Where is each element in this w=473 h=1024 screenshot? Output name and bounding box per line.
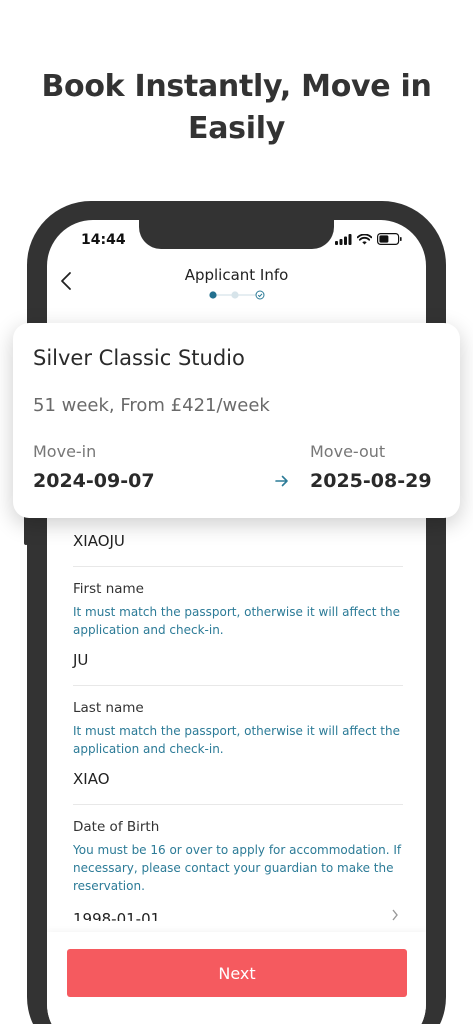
last-name-label: Last name — [73, 700, 144, 716]
signal-icon — [335, 233, 352, 245]
first-name-value: JU — [73, 651, 89, 669]
room-price: 51 week, From £421/week — [33, 395, 270, 416]
dob-field[interactable]: Date of Birth You must be 16 or over to … — [73, 805, 403, 937]
last-name-hint: It must match the passport, otherwise it… — [73, 724, 400, 756]
dob-row: 1998-01-01 — [73, 907, 403, 921]
nav-bar: Applicant Info — [47, 260, 426, 310]
move-out-label: Move-out — [310, 442, 386, 461]
name-value: XIAOJU — [73, 532, 125, 550]
move-in-label: Move-in — [33, 442, 97, 461]
nav-title: Applicant Info — [184, 266, 289, 284]
chevron-right-icon — [392, 909, 398, 921]
headline-line-2: Easily — [188, 111, 285, 146]
wifi-icon — [357, 233, 372, 244]
dob-label: Date of Birth — [73, 819, 160, 835]
last-name-field[interactable]: Last name It must match the passport, ot… — [73, 686, 403, 805]
status-icons — [335, 233, 402, 245]
headline-line-1: Book Instantly, Move in — [41, 69, 432, 104]
page-headline: Book Instantly, Move in Easily — [0, 66, 473, 150]
phone-notch — [139, 220, 334, 249]
move-out-date: 2025-08-29 — [310, 470, 432, 492]
next-button[interactable]: Next — [67, 949, 407, 997]
dob-hint: You must be 16 or over to apply for acco… — [73, 843, 402, 893]
first-name-label: First name — [73, 581, 144, 597]
name-field[interactable]: XIAOJU — [73, 520, 403, 567]
bottom-bar: Next — [47, 932, 426, 1024]
room-title: Silver Classic Studio — [33, 346, 245, 370]
applicant-form: XIAOJU First name It must match the pass… — [73, 520, 403, 937]
move-in-date: 2024-09-07 — [33, 470, 155, 492]
first-name-hint: It must match the passport, otherwise it… — [73, 605, 400, 637]
dob-value: 1998-01-01 — [73, 910, 161, 921]
first-name-field[interactable]: First name It must match the passport, o… — [73, 567, 403, 686]
status-time: 14:44 — [81, 232, 126, 248]
progress-steps — [209, 290, 265, 300]
arrow-right-icon — [275, 475, 288, 487]
last-name-value: XIAO — [73, 770, 110, 788]
booking-summary-card: Silver Classic Studio 51 week, From £421… — [13, 323, 460, 518]
battery-icon — [377, 233, 402, 245]
